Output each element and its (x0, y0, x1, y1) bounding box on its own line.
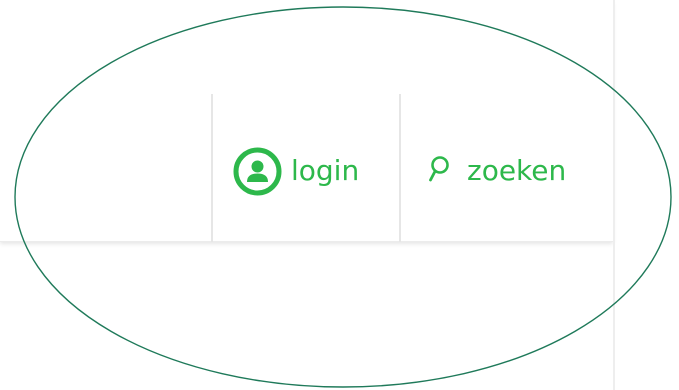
page-crop: login zoeken (0, 0, 679, 390)
header-bottom-border (0, 241, 613, 242)
site-header (0, 0, 613, 241)
nav-divider (399, 94, 401, 242)
search-icon (428, 154, 450, 188)
login-link[interactable]: login (232, 146, 359, 196)
search-link[interactable]: zoeken (428, 146, 566, 196)
header-right-edge (613, 0, 615, 390)
login-label: login (291, 154, 360, 187)
nav-divider (211, 94, 213, 242)
user-circle-icon (232, 146, 283, 197)
search-label: zoeken (467, 154, 567, 187)
